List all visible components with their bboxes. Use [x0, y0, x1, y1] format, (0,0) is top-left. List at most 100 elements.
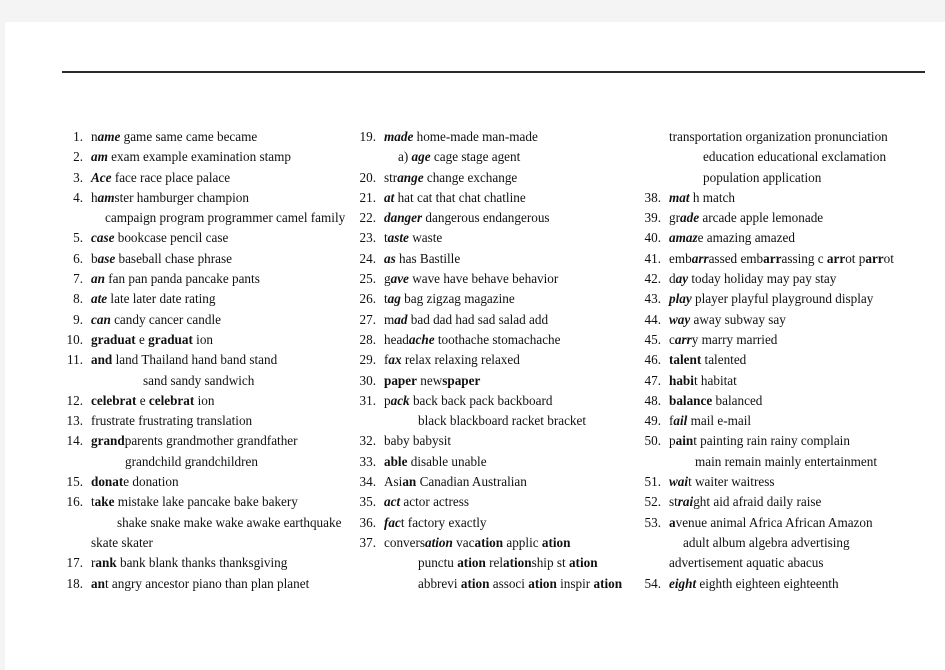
highlighted-word-part: paper: [384, 372, 417, 388]
word-text: h: [91, 189, 98, 205]
entry-number: 48.: [644, 392, 661, 408]
entry-words: ate late later date rating: [91, 289, 347, 309]
word-text: waste: [408, 230, 443, 246]
highlighted-word-part: ade: [680, 210, 700, 226]
word-text: hat cat that chat chatline: [394, 189, 526, 205]
word-text: mistake lake pancake bake bakery: [114, 494, 298, 510]
word-text: punctu: [418, 555, 458, 571]
highlighted-word-part: grand: [91, 433, 125, 449]
word-list-entry: 36. fact factory exactly: [350, 513, 635, 533]
highlighted-word-part: arr: [763, 250, 782, 266]
word-text: e: [136, 392, 149, 408]
highlighted-word-part: ation: [541, 534, 571, 550]
word-text: population application: [703, 169, 822, 185]
word-list-entry: 28. headache toothache stomachache: [350, 330, 635, 350]
highlighted-word-part: an: [91, 271, 105, 287]
highlighted-word-part: ation: [593, 575, 623, 591]
word-text: ght aid afraid daily raise: [693, 494, 822, 510]
entry-number: 19.: [359, 129, 376, 144]
word-list-entry: 45. carry marry married: [635, 330, 943, 350]
highlighted-word-part: habi: [669, 372, 694, 388]
entry-words: mad bad dad had sad salad add: [384, 310, 635, 330]
highlighted-word-part: ation: [474, 534, 504, 550]
word-list-entry: 31. pack back back pack backboard: [350, 391, 635, 411]
entry-words: celebrat e celebrat ion: [91, 391, 347, 411]
word-text: home-made man-made: [413, 129, 538, 144]
entry-continuation-line: adult album algebra advertising: [635, 533, 943, 553]
word-text: relax relaxing relaxed: [401, 352, 520, 368]
word-text: inspir: [556, 575, 594, 591]
word-list-entry: 29. fax relax relaxing relaxed: [350, 350, 635, 370]
highlighted-word-part: act: [384, 494, 401, 510]
entry-words: am exam example examination stamp: [91, 147, 347, 167]
word-text: h match: [689, 189, 735, 205]
highlighted-word-part: a: [669, 514, 676, 530]
entry-words: paper newspaper: [384, 371, 635, 391]
word-list-entry: 52. straight aid afraid daily raise: [635, 492, 943, 512]
word-list-entry: 8. ate late later date rating: [57, 289, 347, 309]
word-list-entry: 34. Asian Canadian Australian: [350, 472, 635, 492]
highlighted-word-part: am: [97, 189, 115, 205]
word-text: Asi: [384, 474, 403, 490]
word-list-entry: 42. day today holiday may pay stay: [635, 269, 943, 289]
entry-number: 17.: [66, 555, 83, 571]
word-list-entry: 12. celebrat e celebrat ion: [57, 391, 347, 411]
entry-number: 43.: [644, 291, 661, 307]
highlighted-word-part: eight: [669, 575, 697, 591]
highlighted-word-part: ake: [94, 494, 115, 510]
entry-number: 44.: [644, 311, 661, 327]
highlighted-word-part: ation: [425, 534, 453, 550]
highlighted-word-part: donat: [91, 474, 124, 490]
word-text: rel: [485, 555, 503, 571]
word-text: t waiter waitress: [688, 474, 775, 490]
entry-number: 54.: [644, 575, 661, 591]
highlighted-word-part: am: [91, 149, 108, 165]
entry-words: straight aid afraid daily raise: [669, 492, 943, 512]
highlighted-word-part: ame: [97, 129, 121, 144]
word-text: n: [91, 129, 98, 144]
word-list-entry: 23. taste waste: [350, 228, 635, 248]
entry-words: donate donation: [91, 472, 347, 492]
entry-words: at hat cat that chat chatline: [384, 188, 635, 208]
entry-number: 24.: [359, 250, 376, 266]
word-text: late later date rating: [107, 291, 216, 307]
word-list-entry: 32. baby babysit: [350, 431, 635, 451]
word-list-entry: 2. am exam example examination stamp: [57, 147, 347, 167]
word-text: has Bastille: [395, 250, 461, 266]
word-text: convers: [384, 534, 426, 550]
word-text: gr: [669, 210, 680, 226]
highlighted-word-part: ail: [673, 413, 688, 429]
entry-number: 31.: [359, 392, 376, 408]
word-text: dangerous endangerous: [422, 210, 550, 226]
highlighted-word-part: celebrat: [91, 392, 137, 408]
word-list-entry: 10. graduat e graduat ion: [57, 330, 347, 350]
highlighted-word-part: an: [402, 474, 417, 490]
word-text: talented: [701, 352, 747, 368]
word-text: game same came became: [120, 129, 258, 144]
highlighted-word-part: ation: [460, 575, 490, 591]
entry-words: fax relax relaxing relaxed: [384, 350, 635, 370]
word-text: candy cancer candle: [110, 311, 221, 327]
entry-words: day today holiday may pay stay: [669, 269, 943, 289]
entry-continuation-line: population application: [635, 168, 943, 188]
word-list-entry: 51. wait waiter waitress: [635, 472, 943, 492]
word-text: bag zigzag magazine: [400, 291, 515, 307]
entry-number: 36.: [359, 514, 376, 530]
word-text: land Thailand hand band stand: [112, 352, 278, 368]
highlighted-word-part: ave: [390, 271, 409, 287]
entry-number: 42.: [644, 271, 661, 287]
word-text: mail e-mail: [687, 413, 752, 429]
word-text: ster hamburger champion: [114, 189, 249, 205]
entry-continuation-line: a) age cage stage agent: [350, 147, 635, 167]
word-list-entry: 35. act actor actress: [350, 492, 635, 512]
entry-words: can candy cancer candle: [91, 310, 347, 330]
entry-number: 50.: [644, 433, 661, 449]
entry-words: rank bank blank thanks thanksgiving: [91, 553, 347, 573]
entry-words: transportation organization pronunciatio…: [669, 127, 943, 147]
word-text: emb: [669, 250, 692, 266]
word-list-entry: 22. danger dangerous endangerous: [350, 208, 635, 228]
entry-number: 2.: [73, 149, 83, 165]
highlighted-word-part: ache: [408, 331, 435, 347]
word-text: actor actress: [400, 494, 469, 510]
entry-continuation-line: skate skater: [57, 533, 347, 553]
